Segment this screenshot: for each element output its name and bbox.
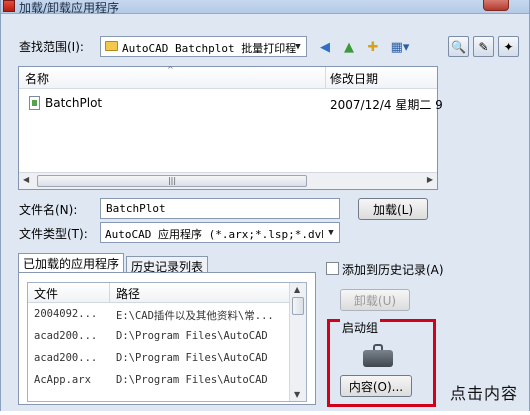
scroll-thumb[interactable] <box>292 297 304 315</box>
loaded-table-header: 文件 路径 <box>28 283 290 303</box>
lookin-value: AutoCAD Batchplot 批量打印程 <box>122 42 297 55</box>
column-file[interactable]: 文件 <box>34 285 58 302</box>
scroll-down-icon[interactable]: ▼ <box>294 390 300 399</box>
file-date: 2007/12/4 星期二 9 <box>330 98 443 112</box>
file-name: BatchPlot <box>45 96 103 110</box>
row-path: E:\CAD插件以及其他资料\常... <box>116 310 274 322</box>
file-row[interactable]: BatchPlot 2007/12/4 星期二 9 <box>23 93 443 113</box>
title-bar: 加载/卸载应用程序 <box>1 0 529 15</box>
load-button[interactable]: 加载(L) <box>358 198 428 220</box>
table-row[interactable]: AcApp.arx D:\Program Files\AutoCAD <box>28 370 290 392</box>
filetype-label: 文件类型(T): <box>19 227 88 241</box>
column-name[interactable]: 名称 <box>25 70 49 87</box>
column-path[interactable]: 路径 <box>116 285 140 302</box>
row-path: D:\Program Files\AutoCAD <box>116 330 268 342</box>
startup-group-highlight: 启动组 内容(O)... <box>327 319 436 407</box>
loaded-apps-table[interactable]: 文件 路径 2004092... E:\CAD插件以及其他资料\常... aca… <box>27 282 307 402</box>
find-file-icon[interactable]: ✎ <box>473 36 494 57</box>
row-file: acad200... <box>34 330 98 342</box>
scroll-left-icon[interactable]: ◀ <box>23 175 29 184</box>
file-icon <box>29 96 40 110</box>
window-title: 加载/卸载应用程序 <box>19 1 120 15</box>
row-file: acad200... <box>34 352 98 364</box>
startup-group-label: 启动组 <box>340 319 381 336</box>
row-path: D:\Program Files\AutoCAD <box>116 352 268 364</box>
new-folder-icon[interactable]: ✚ <box>362 37 384 57</box>
views-menu-icon[interactable]: ▦▾ <box>386 37 414 57</box>
folder-icon <box>105 41 118 51</box>
filetype-combo[interactable]: AutoCAD 应用程序 (*.arx;*.lsp;*.dvb; ▼ <box>100 222 340 243</box>
history-checkbox[interactable] <box>326 262 339 275</box>
row-file: AcApp.arx <box>34 374 91 386</box>
column-date[interactable]: 修改日期 <box>330 70 378 87</box>
sort-arrow-icon: ^ <box>167 65 174 74</box>
lookin-label: 查找范围(I): <box>19 40 84 54</box>
loaded-apps-panel: 文件 路径 2004092... E:\CAD插件以及其他资料\常... aca… <box>18 272 316 405</box>
history-checkbox-label[interactable]: 添加到历史记录(A) <box>342 261 444 278</box>
caption-text: 点击内容 <box>450 384 519 403</box>
scroll-up-icon[interactable]: ▲ <box>294 285 300 294</box>
briefcase-icon <box>363 344 393 367</box>
load-unload-dialog: 加载/卸载应用程序 查找范围(I): AutoCAD Batchplot 批量打… <box>0 0 530 411</box>
filename-input[interactable]: BatchPlot <box>100 198 340 219</box>
lookin-combo[interactable]: AutoCAD Batchplot 批量打印程 ▼ <box>100 36 307 57</box>
app-icon <box>3 0 15 12</box>
close-button[interactable] <box>483 0 509 11</box>
table-row[interactable]: acad200... D:\Program Files\AutoCAD <box>28 348 290 370</box>
filetype-value: AutoCAD 应用程序 (*.arx;*.lsp;*.dvb; <box>105 228 335 241</box>
filename-label: 文件名(N): <box>19 203 78 217</box>
back-icon[interactable]: ◀ <box>314 37 336 57</box>
chevron-down-icon: ▼ <box>295 41 301 52</box>
file-list[interactable]: 名称 ^ 修改日期 BatchPlot 2007/12/4 星期二 9 ◀ ||… <box>18 65 443 190</box>
up-folder-icon[interactable]: ▲ <box>338 37 360 57</box>
search-web-icon[interactable]: 🔍 <box>448 36 469 57</box>
table-row[interactable]: 2004092... E:\CAD插件以及其他资料\常... <box>28 304 290 326</box>
loaded-table-vscrollbar[interactable]: ▲ ▼ <box>289 283 306 401</box>
tab-loaded-apps[interactable]: 已加载的应用程序 <box>18 253 125 274</box>
locate-icon[interactable]: ✦ <box>498 36 519 57</box>
scroll-thumb[interactable]: ||| <box>37 175 307 187</box>
unload-button[interactable]: 卸载(U) <box>340 289 410 311</box>
scroll-right-icon[interactable]: ▶ <box>427 175 433 184</box>
row-file: 2004092... <box>34 308 98 320</box>
row-path: D:\Program Files\AutoCAD <box>116 374 268 386</box>
file-list-header: 名称 ^ 修改日期 <box>19 65 437 89</box>
chevron-down-icon: ▼ <box>323 223 339 242</box>
file-list-hscrollbar[interactable]: ◀ ||| ▶ <box>19 172 437 189</box>
table-row[interactable]: acad200... D:\Program Files\AutoCAD <box>28 326 290 348</box>
contents-button[interactable]: 内容(O)... <box>340 375 412 397</box>
